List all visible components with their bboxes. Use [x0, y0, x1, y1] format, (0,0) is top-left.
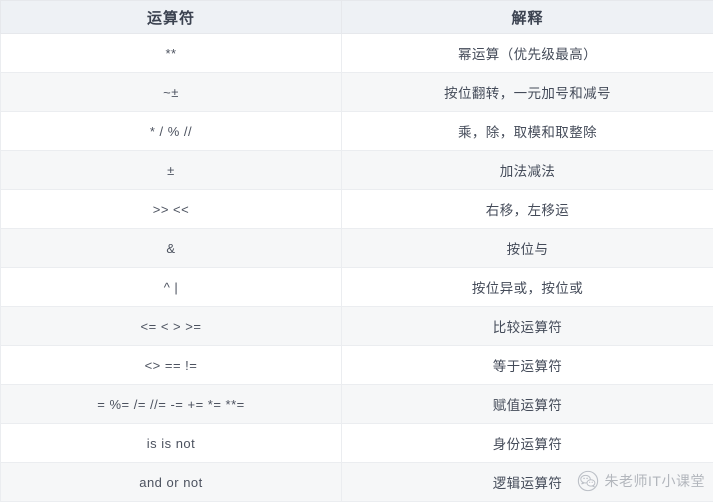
table-row: ~±按位翻转，一元加号和减号	[1, 73, 713, 112]
table-row: and or not逻辑运算符	[1, 463, 713, 502]
cell-operator: and or not	[1, 463, 342, 502]
cell-operator: <= < > >=	[1, 307, 342, 346]
cell-description: 乘，除，取模和取整除	[342, 112, 713, 151]
cell-operator: is is not	[1, 424, 342, 463]
cell-operator: ~±	[1, 73, 342, 112]
cell-description: 逻辑运算符	[342, 463, 713, 502]
table-row: = %= /= //= -= += *= **=赋值运算符	[1, 385, 713, 424]
table-row: ^ |按位异或，按位或	[1, 268, 713, 307]
table-row: &按位与	[1, 229, 713, 268]
cell-operator: **	[1, 34, 342, 73]
cell-description: 身份运算符	[342, 424, 713, 463]
cell-operator: = %= /= //= -= += *= **=	[1, 385, 342, 424]
cell-operator: ^ |	[1, 268, 342, 307]
table-row: is is not身份运算符	[1, 424, 713, 463]
cell-description: 加法减法	[342, 151, 713, 190]
operator-table-container: 运算符 解释 **幂运算（优先级最高）~±按位翻转，一元加号和减号* / % /…	[0, 0, 713, 500]
column-header-description: 解释	[342, 1, 713, 34]
cell-operator: ±	[1, 151, 342, 190]
table-row: <= < > >=比较运算符	[1, 307, 713, 346]
cell-description: 比较运算符	[342, 307, 713, 346]
table-row: <> == !=等于运算符	[1, 346, 713, 385]
table-header: 运算符 解释	[1, 1, 713, 34]
cell-operator: <> == !=	[1, 346, 342, 385]
column-header-operator: 运算符	[1, 1, 342, 34]
cell-operator: >> <<	[1, 190, 342, 229]
table-row: **幂运算（优先级最高）	[1, 34, 713, 73]
operator-precedence-table: 运算符 解释 **幂运算（优先级最高）~±按位翻转，一元加号和减号* / % /…	[0, 0, 713, 502]
cell-description: 按位翻转，一元加号和减号	[342, 73, 713, 112]
table-row: ±加法减法	[1, 151, 713, 190]
cell-operator: &	[1, 229, 342, 268]
table-header-row: 运算符 解释	[1, 1, 713, 34]
cell-operator: * / % //	[1, 112, 342, 151]
table-body: **幂运算（优先级最高）~±按位翻转，一元加号和减号* / % //乘，除，取模…	[1, 34, 713, 502]
table-row: * / % //乘，除，取模和取整除	[1, 112, 713, 151]
table-row: >> <<右移，左移运	[1, 190, 713, 229]
cell-description: 赋值运算符	[342, 385, 713, 424]
cell-description: 按位与	[342, 229, 713, 268]
cell-description: 幂运算（优先级最高）	[342, 34, 713, 73]
cell-description: 按位异或，按位或	[342, 268, 713, 307]
cell-description: 等于运算符	[342, 346, 713, 385]
cell-description: 右移，左移运	[342, 190, 713, 229]
